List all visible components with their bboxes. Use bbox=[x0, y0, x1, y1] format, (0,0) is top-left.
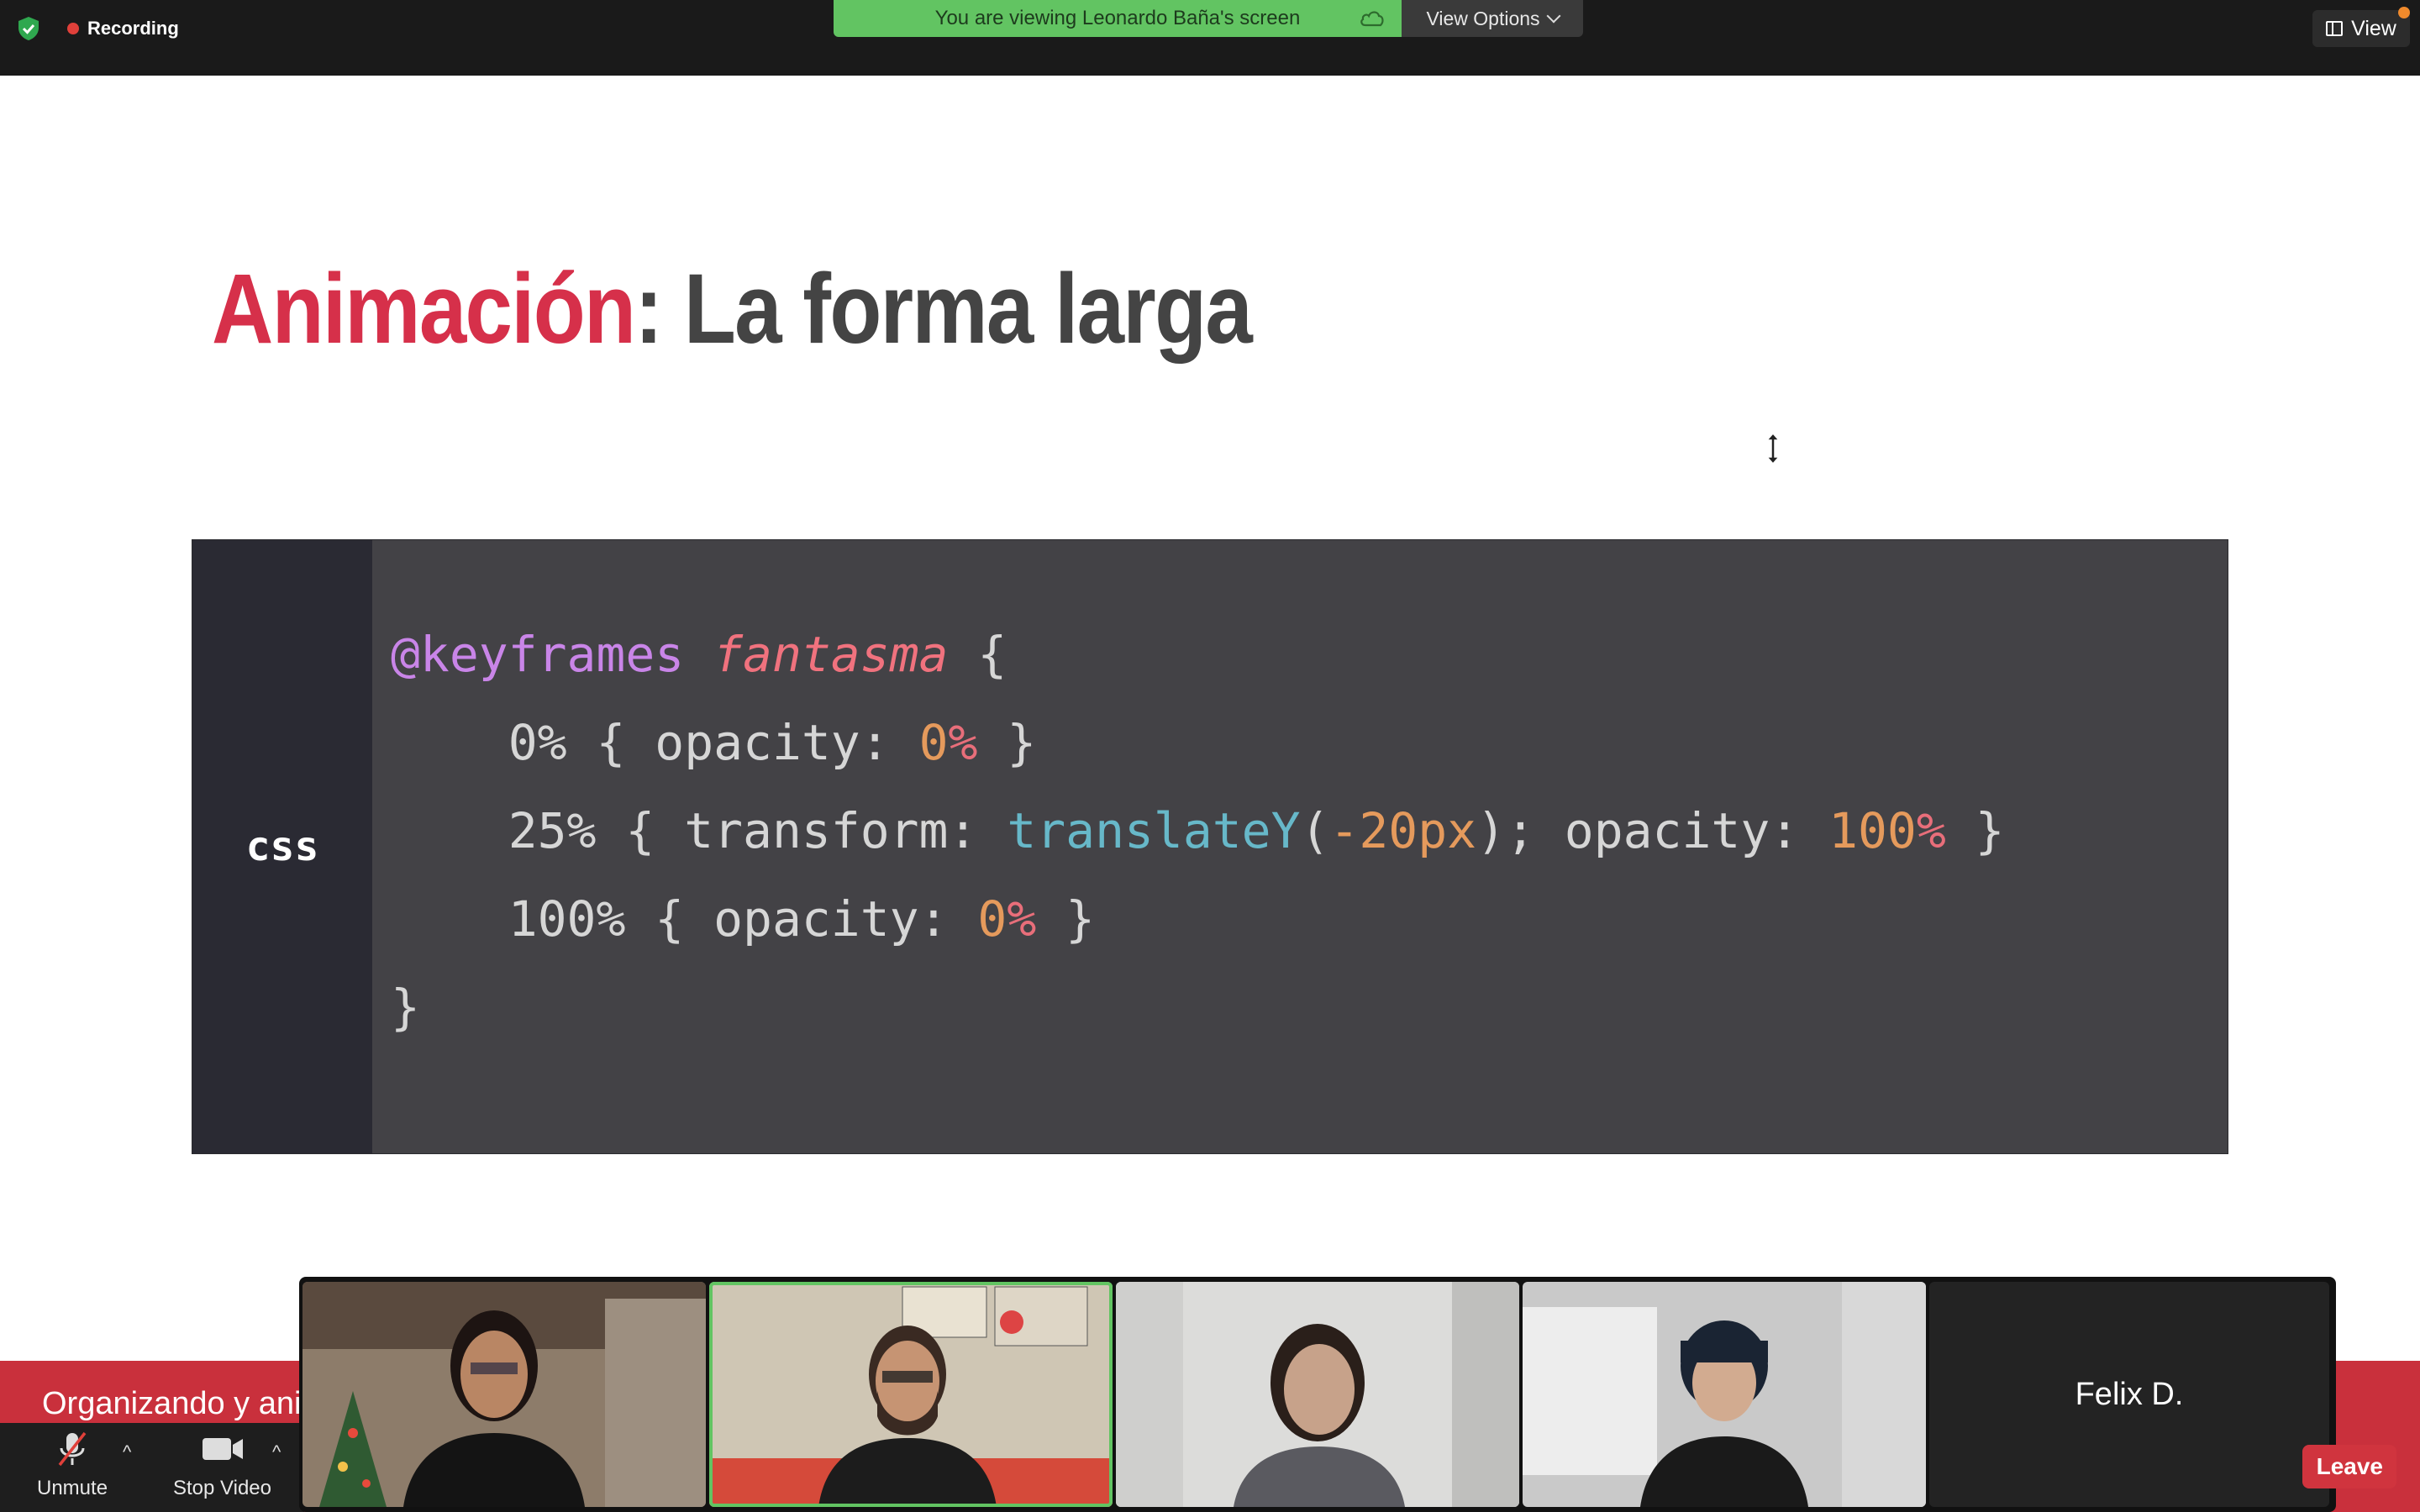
participant-video-image bbox=[1116, 1282, 1519, 1507]
participant-video-tile-active-speaker[interactable] bbox=[709, 1282, 1113, 1507]
participant-video-tile[interactable] bbox=[1116, 1282, 1519, 1507]
code-token-number: 0 bbox=[977, 890, 1007, 948]
code-line-3: 25% { transform: translateY(-20px); opac… bbox=[391, 787, 2005, 875]
unmute-label: Unmute bbox=[37, 1477, 108, 1499]
code-token-number: -20px bbox=[1329, 802, 1477, 859]
code-line-4: 100% { opacity: 0% } bbox=[391, 875, 2005, 963]
stop-video-label: Stop Video bbox=[173, 1477, 271, 1499]
view-options-label: View Options bbox=[1426, 7, 1540, 29]
slide-title-rest: : La forma larga bbox=[634, 254, 1253, 365]
participant-name-tile[interactable]: Felix D. bbox=[1929, 1282, 2329, 1507]
code-token-brace: { bbox=[977, 626, 1007, 683]
view-options-button[interactable]: View Options bbox=[1402, 0, 1583, 37]
video-camera-icon bbox=[202, 1438, 243, 1460]
code-token-text: ( bbox=[1300, 802, 1330, 859]
cloud-icon bbox=[1360, 11, 1384, 27]
participant-name: Felix D. bbox=[2075, 1376, 2184, 1412]
video-options-caret-icon[interactable]: ^ bbox=[272, 1441, 281, 1463]
code-block: css @keyframes fantasma { 0% { opacity: … bbox=[192, 539, 2228, 1154]
participant-video-image bbox=[709, 1282, 1113, 1507]
code-token-number: 0 bbox=[918, 714, 949, 771]
recording-label: Recording bbox=[87, 18, 179, 39]
slide-footer-caption: Organizando y ani bbox=[42, 1386, 302, 1421]
stop-video-button[interactable]: Stop Video bbox=[173, 1428, 271, 1500]
code-line-5: } bbox=[391, 963, 2005, 1052]
code-token-keyword: @keyframes bbox=[391, 626, 685, 683]
code-token-name: fantasma bbox=[713, 626, 949, 683]
leave-button[interactable]: Leave bbox=[2302, 1445, 2396, 1488]
leave-label: Leave bbox=[2316, 1453, 2383, 1479]
screen-share-banner: You are viewing Leonardo Baña's screen bbox=[834, 0, 1402, 37]
unmute-button[interactable]: Unmute bbox=[37, 1428, 108, 1500]
chevron-down-icon bbox=[1546, 8, 1561, 24]
slide-title-accent: Animación bbox=[212, 254, 636, 365]
participant-video-image bbox=[302, 1282, 706, 1507]
code-token-unit: % bbox=[1007, 890, 1037, 948]
participant-video-tile[interactable] bbox=[302, 1282, 706, 1507]
code-token-text: 0% { opacity: bbox=[508, 714, 919, 771]
code-line-1: @keyframes fantasma { bbox=[391, 611, 2005, 699]
code-token-brace: } bbox=[391, 979, 420, 1036]
slide-title: Animación: La forma larga bbox=[212, 252, 1253, 366]
zoom-meeting-window: Recording You are viewing Leonardo Baña'… bbox=[0, 0, 2420, 1512]
code-token-text: } bbox=[1036, 890, 1096, 948]
code-token-unit: % bbox=[948, 714, 978, 771]
code-token-unit: % bbox=[1916, 802, 1946, 859]
participant-video-image bbox=[1523, 1282, 1926, 1507]
grid-view-icon bbox=[2326, 21, 2344, 36]
recording-indicator[interactable]: Recording bbox=[67, 17, 179, 40]
code-line-2: 0% { opacity: 0% } bbox=[391, 699, 2005, 787]
code-token-text: } bbox=[1945, 802, 2005, 859]
code-token-function: translateY bbox=[1007, 802, 1301, 859]
code-token-text: ); opacity: bbox=[1476, 802, 1829, 859]
view-label: View bbox=[2351, 16, 2396, 40]
recording-dot-icon bbox=[67, 23, 79, 34]
resize-cursor-icon bbox=[1765, 432, 1781, 465]
participant-video-tile[interactable] bbox=[1523, 1282, 1926, 1507]
code-language-column: css bbox=[192, 540, 372, 1153]
share-banner-text: You are viewing Leonardo Baña's screen bbox=[934, 7, 1301, 29]
security-shield-icon[interactable] bbox=[15, 15, 42, 42]
audio-options-caret-icon[interactable]: ^ bbox=[123, 1441, 131, 1463]
code-language-label: css bbox=[245, 823, 319, 870]
top-bar: Recording You are viewing Leonardo Baña'… bbox=[0, 0, 2420, 76]
code-token-text: } bbox=[977, 714, 1037, 771]
view-button[interactable]: View bbox=[2312, 10, 2410, 47]
code-token-number: 100 bbox=[1828, 802, 1917, 859]
microphone-muted-icon bbox=[58, 1431, 87, 1467]
code-token-text: 100% { opacity: bbox=[508, 890, 978, 948]
code-token-text: 25% { transform: bbox=[508, 802, 1007, 859]
notification-dot bbox=[2398, 7, 2410, 18]
code-content: @keyframes fantasma { 0% { opacity: 0% }… bbox=[391, 611, 2005, 1052]
